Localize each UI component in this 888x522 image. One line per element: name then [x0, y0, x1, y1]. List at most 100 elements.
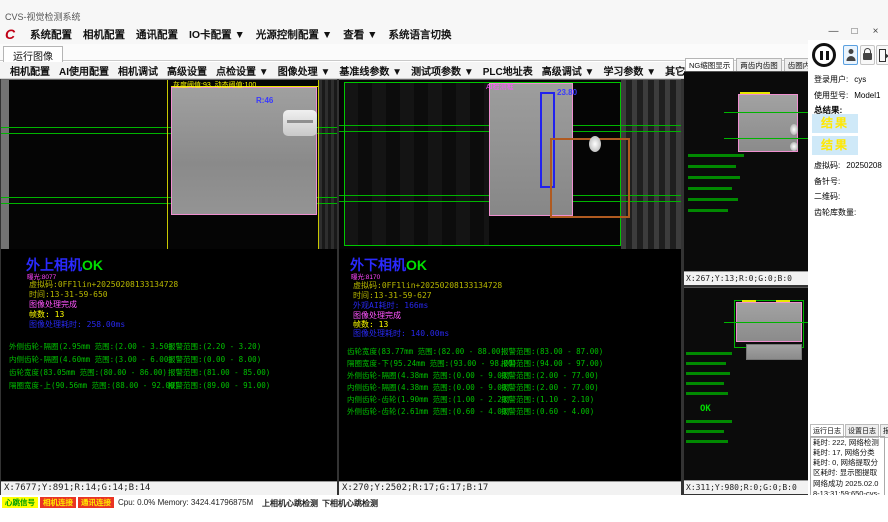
window-controls: — □ ×	[825, 25, 884, 39]
measurement-row: 齿轮宽度(83.05mm 范围:(80.00 - 86.00)报警范围:(81.…	[9, 367, 337, 378]
tool-spot-check[interactable]: 点检设置 ▼	[216, 63, 269, 78]
measurement-row: 内侧齿轮-齿轮(1.90mm 范围:(1.00 - 2.20)报警范围:(1.1…	[347, 394, 681, 405]
sidebar-buttons	[810, 42, 888, 68]
ai-box-label: AI检测框	[486, 82, 514, 92]
model-value: Model1	[854, 91, 880, 100]
menu-item-comm[interactable]: 通讯配置	[136, 27, 178, 42]
login-user-value: cys	[854, 75, 866, 84]
mini-text-lines	[686, 440, 728, 443]
bottom-preview-coordinates: X:311;Y:980;R:0;G:0;B:0	[684, 480, 808, 494]
mini-text-lines	[688, 209, 728, 212]
bottom-preview-image[interactable]: OK	[684, 287, 808, 480]
measurement-row: 隔圈宽度-上(90.56mm 范围:(88.00 - 92.00)报警范围:(8…	[9, 380, 337, 391]
process-time-line: 图像处理耗时: 140.00ms	[353, 328, 449, 339]
menu-item-light[interactable]: 光源控制配置 ▼	[256, 27, 332, 42]
mini-ok-status: OK	[700, 404, 711, 414]
camera-connect-badge: 相机连接	[40, 497, 76, 508]
left-camera-panel: 灰度阈值:93, 动态阈值:100 R:46 外上相机OK 曝光:8077 虚拟…	[1, 79, 337, 495]
mini-text-lines	[688, 165, 736, 168]
measurement-row: 外侧齿轮-隔圈(2.95mm 范围:(2.00 - 3.50)报警范围:(2.2…	[9, 341, 337, 352]
lower-camera-heartbeat-link[interactable]: 下相机心跳检测	[322, 498, 378, 509]
upper-camera-heartbeat-link[interactable]: 上相机心跳检测	[262, 498, 318, 509]
lock-button[interactable]	[860, 45, 875, 65]
mini-text-lines	[686, 362, 726, 365]
comm-connect-badge: 通讯连接	[78, 497, 114, 508]
mini-text-lines	[688, 187, 732, 190]
exit-button[interactable]	[876, 45, 888, 65]
menu-item-view[interactable]: 查看 ▼	[343, 27, 377, 42]
mini-text-lines	[688, 198, 738, 201]
minimize-button[interactable]: —	[825, 25, 842, 39]
menu-item-camera[interactable]: 相机配置	[83, 27, 125, 42]
ai-orange-rect	[550, 138, 630, 218]
mini-text-lines	[688, 154, 744, 157]
tool-image-process[interactable]: 图像处理 ▼	[278, 63, 331, 78]
menu-item-system[interactable]: 系统配置	[30, 27, 72, 42]
pause-button[interactable]	[812, 43, 836, 67]
app-logo-icon: C	[5, 26, 19, 42]
mini-text-lines	[686, 382, 724, 385]
lock-icon	[861, 48, 874, 60]
gear-count-row: 齿轮库数量:	[814, 207, 856, 218]
tool-advanced-settings[interactable]: 高级设置	[167, 63, 207, 78]
login-user-row: 登录用户:cys	[814, 74, 866, 85]
mini-text-lines	[686, 372, 730, 375]
close-button[interactable]: ×	[867, 25, 884, 39]
middle-camera-image[interactable]: AI检测框 23.80	[339, 79, 681, 249]
machine-stripes	[621, 80, 681, 249]
tool-ai-config[interactable]: AI使用配置	[59, 63, 109, 78]
measurement-row: 外侧齿轮-齿轮(2.61mm 范围:(0.60 - 4.00)报警范围:(0.6…	[347, 406, 681, 417]
measurement-row: 内侧齿轮-隔圈(4.60mm 范围:(3.00 - 6.00)报警范围:(0.0…	[9, 354, 337, 365]
tool-plc-table[interactable]: PLC地址表	[483, 63, 533, 78]
log-output[interactable]: 耗时: 222, 网络检测耗时: 17, 网络分类耗时: 0, 网络提取分区耗时…	[810, 436, 885, 496]
result-box-1: 结果	[812, 114, 858, 133]
mini-text-lines	[686, 392, 728, 395]
mini-text-lines	[686, 352, 732, 355]
mini-measure-line	[724, 322, 808, 323]
machine-edge-band	[1, 80, 9, 249]
mini-highlight	[790, 142, 798, 151]
mini-part-region	[738, 94, 798, 152]
virtual-code-value: 20250208	[846, 161, 882, 170]
clip-object	[283, 110, 317, 136]
mini-marker	[742, 300, 756, 302]
title-bar: CVS-视觉检测系统	[0, 0, 888, 24]
virtual-code-row: 虚拟码:20250208	[814, 160, 882, 171]
mini-measure-line	[724, 138, 808, 139]
maximize-button[interactable]: □	[846, 25, 863, 39]
measurement-row: 齿轮宽度(83.77mm 范围:(82.00 - 88.00)报警范围:(83.…	[347, 346, 681, 357]
middle-pixel-coordinates: X:270;Y:2502;R:17;G:17;B:17	[339, 481, 681, 495]
exit-door-icon	[877, 46, 888, 64]
measurement-row: 内侧齿轮-隔圈(4.38mm 范围:(0.00 - 9.00)报警范围:(2.0…	[347, 382, 681, 393]
r-value-overlay-label: R:46	[256, 96, 273, 105]
heartbeat-status-badge: 心跳信号	[2, 497, 38, 508]
mini-text-lines	[688, 176, 740, 179]
qrcode-row: 二维码:	[814, 191, 840, 202]
ok-status: OK	[406, 257, 427, 273]
menu-bar: C 系统配置 相机配置 通讯配置 IO卡配置 ▼ 光源控制配置 ▼ 查看 ▼ 系…	[0, 24, 888, 44]
top-preview-image[interactable]	[684, 71, 808, 271]
needle-row: 备针号:	[814, 176, 840, 187]
result-box-2: 结果	[812, 136, 858, 155]
tool-learn-params[interactable]: 学习参数 ▼	[603, 63, 656, 78]
tool-camera-debug[interactable]: 相机调试	[118, 63, 158, 78]
threshold-overlay-label: 灰度阈值:93, 动态阈值:100	[173, 80, 256, 90]
edge-line	[167, 80, 168, 249]
highlight-blob	[589, 136, 601, 152]
measurement-row: 外侧齿轮-隔圈(4.38mm 范围:(0.00 - 9.00)报警范围:(2.0…	[347, 370, 681, 381]
measurement-row: 隔圈宽度-下(95.24mm 范围:(93.00 - 98.00)报警范围:(9…	[347, 358, 681, 369]
part-region	[171, 87, 317, 215]
left-camera-image[interactable]: 灰度阈值:93, 动态阈值:100 R:46	[1, 79, 337, 249]
tool-baseline-params[interactable]: 基准线参数 ▼	[339, 63, 402, 78]
mini-highlight	[790, 124, 798, 135]
mini-text-lines	[686, 420, 732, 423]
mini-measure-line	[724, 112, 808, 113]
sidebar: 登录用户:cys 使用型号:Model1 总结果: 结果 结果 虚拟码:2025…	[808, 40, 888, 495]
menu-item-language[interactable]: 系统语言切换	[389, 27, 452, 42]
tool-test-params[interactable]: 测试项参数 ▼	[411, 63, 474, 78]
menu-item-iocard[interactable]: IO卡配置 ▼	[189, 27, 245, 42]
user-button[interactable]	[843, 45, 858, 65]
tool-camera-config[interactable]: 相机配置	[10, 63, 50, 78]
tool-advanced-debug[interactable]: 高级调试 ▼	[542, 63, 595, 78]
left-info-area: 外上相机OK 曝光:8077 虚拟码:0FF1lin+2025020813313…	[1, 249, 337, 481]
